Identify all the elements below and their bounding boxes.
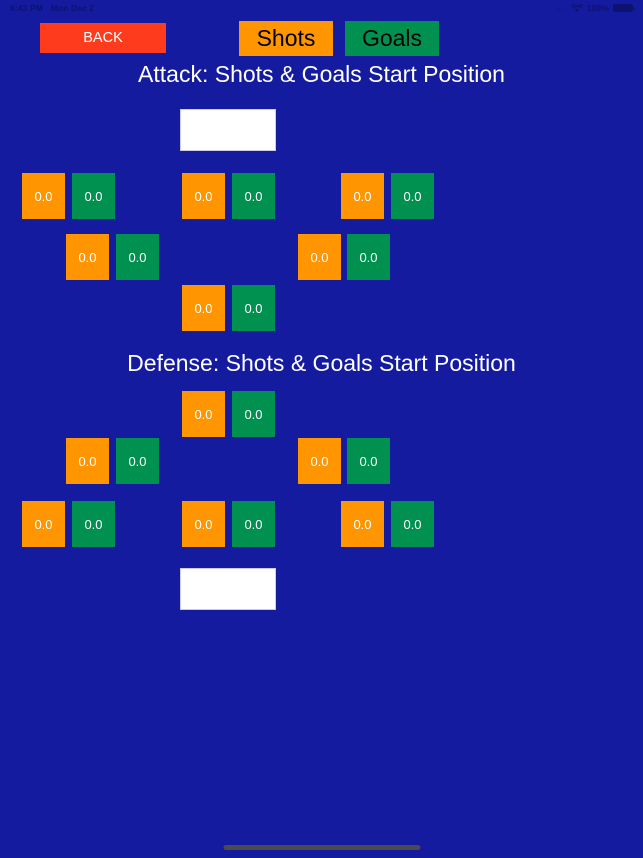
shots-button[interactable]: Shots (239, 21, 333, 56)
defense-shots-cell[interactable]: 0.0 (341, 501, 384, 547)
goals-button[interactable]: Goals (345, 21, 439, 56)
attack-goals-cell[interactable]: 0.0 (347, 234, 390, 280)
wifi-icon (570, 3, 583, 13)
defense-section-title: Defense: Shots & Goals Start Position (127, 350, 516, 376)
status-bar-right: .... 100% (555, 3, 635, 13)
defense-shots-cell[interactable]: 0.0 (182, 501, 225, 547)
status-date: Mon Dec 2 (50, 3, 95, 13)
signal-dots-icon: .... (555, 4, 567, 12)
status-bar-left: 6:43 PM Mon Dec 2 (10, 3, 94, 13)
app-root: 6:43 PM Mon Dec 2 .... 100% BACK Shots G… (0, 0, 643, 858)
defense-shots-cell[interactable]: 0.0 (22, 501, 65, 547)
attack-section-title: Attack: Shots & Goals Start Position (138, 61, 505, 87)
attack-shots-cell[interactable]: 0.0 (22, 173, 65, 219)
attack-goals-cell[interactable]: 0.0 (232, 285, 275, 331)
attack-shots-cell[interactable]: 0.0 (182, 285, 225, 331)
home-indicator[interactable] (223, 845, 420, 850)
attack-shots-cell[interactable]: 0.0 (182, 173, 225, 219)
battery-percent-label: 100% (586, 3, 609, 13)
attack-shots-cell[interactable]: 0.0 (298, 234, 341, 280)
defense-goals-cell[interactable]: 0.0 (116, 438, 159, 484)
attack-goals-cell[interactable]: 0.0 (232, 173, 275, 219)
defense-goals-cell[interactable]: 0.0 (232, 391, 275, 437)
defense-shots-cell[interactable]: 0.0 (298, 438, 341, 484)
defense-goals-cell[interactable]: 0.0 (391, 501, 434, 547)
defense-name-input[interactable] (180, 568, 276, 610)
defense-goals-cell[interactable]: 0.0 (72, 501, 115, 547)
battery-full-icon (613, 3, 635, 13)
defense-goals-cell[interactable]: 0.0 (347, 438, 390, 484)
defense-shots-cell[interactable]: 0.0 (66, 438, 109, 484)
attack-goals-cell[interactable]: 0.0 (72, 173, 115, 219)
back-button[interactable]: BACK (40, 23, 166, 53)
status-bar: 6:43 PM Mon Dec 2 .... 100% (0, 0, 643, 16)
attack-shots-cell[interactable]: 0.0 (66, 234, 109, 280)
defense-goals-cell[interactable]: 0.0 (232, 501, 275, 547)
defense-shots-cell[interactable]: 0.0 (182, 391, 225, 437)
attack-goals-cell[interactable]: 0.0 (116, 234, 159, 280)
status-time: 6:43 PM (10, 3, 43, 13)
toolbar: BACK Shots Goals (0, 21, 643, 56)
attack-goals-cell[interactable]: 0.0 (391, 173, 434, 219)
attack-name-input[interactable] (180, 109, 276, 151)
attack-shots-cell[interactable]: 0.0 (341, 173, 384, 219)
